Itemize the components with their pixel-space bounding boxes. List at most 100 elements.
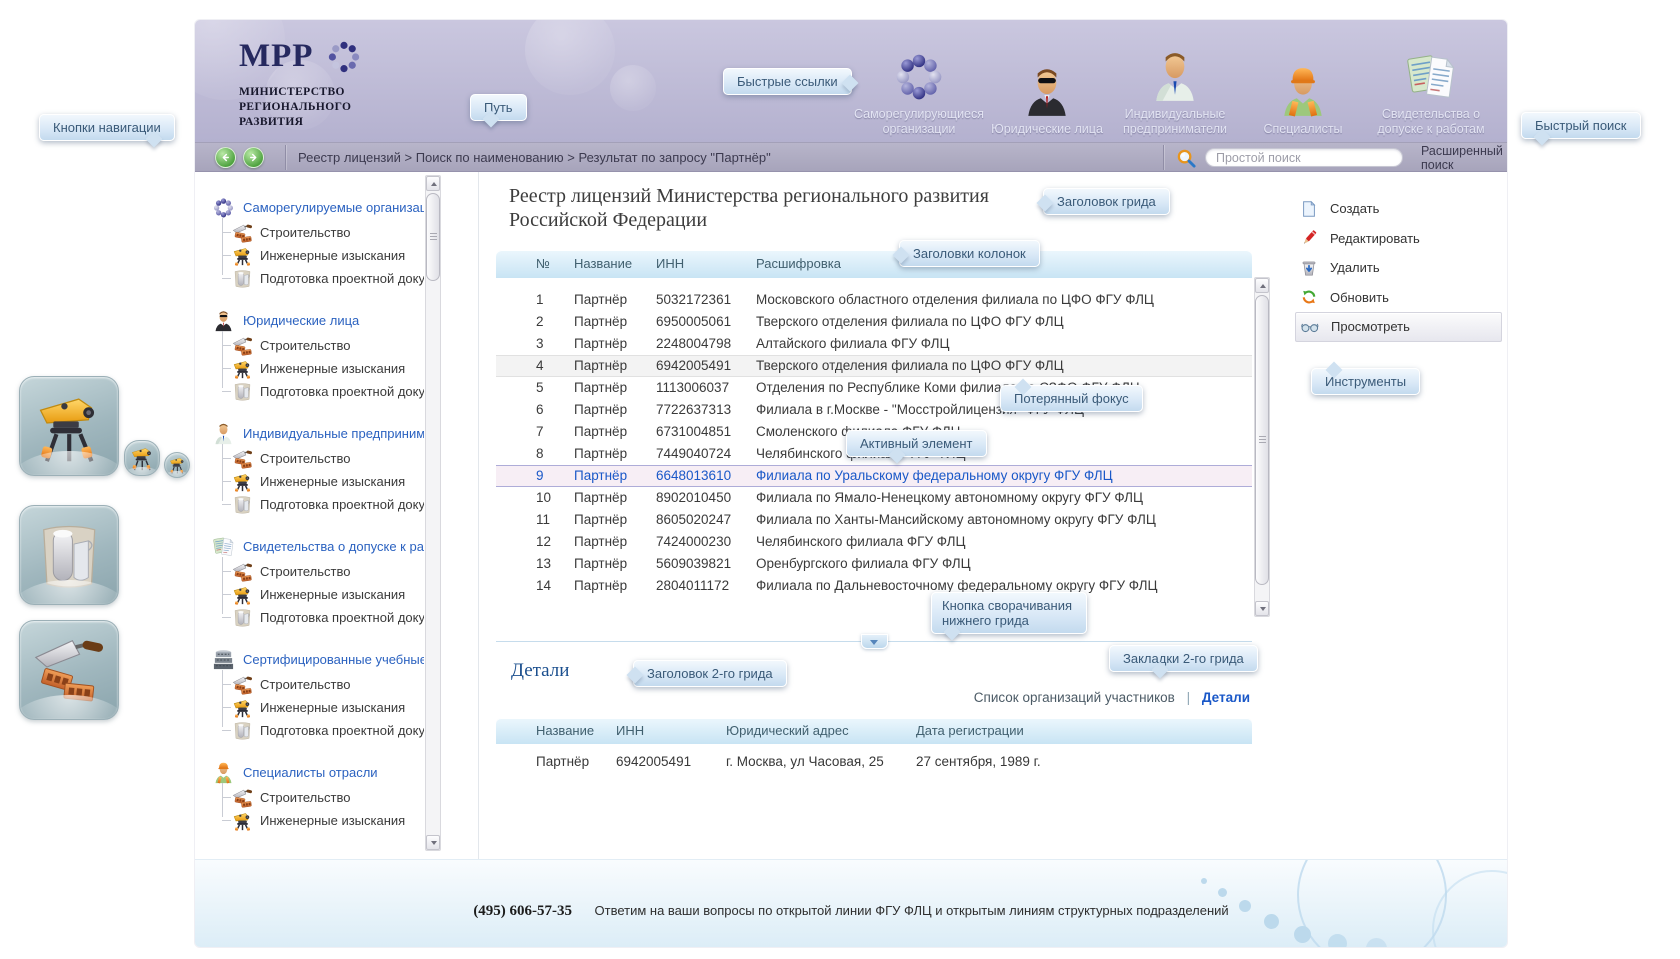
sidebar-group-label: Юридические лица (243, 313, 359, 328)
table-row[interactable]: 13 Партнёр 5609039821 Оренбургского фили… (496, 553, 1252, 575)
sidebar-group-header[interactable]: Свидетельства о допуске к работам (212, 533, 424, 560)
quick-link[interactable]: Индивидуальные предприниматели (1111, 36, 1239, 136)
grid-scrollbar[interactable] (1254, 277, 1270, 617)
sidebar-item[interactable]: Подготовка проектной документации (232, 267, 424, 290)
bricks-trowel-icon (232, 561, 253, 582)
sidebar-item[interactable]: Строительство (232, 334, 424, 357)
worker-icon (1276, 63, 1330, 119)
search-input[interactable] (1205, 148, 1403, 167)
table-row[interactable]: 9 Партнёр 6648013610 Филиала по Уральско… (496, 465, 1252, 487)
toolbar-item[interactable]: Обновить (1295, 283, 1502, 313)
cell-number: 6 (536, 399, 544, 421)
scrollbar-thumb[interactable] (426, 193, 440, 281)
sidebar-item[interactable]: Подготовка проектной документации (232, 493, 424, 516)
column-header[interactable]: Название (574, 250, 632, 278)
sidebar-item[interactable]: Инженерные изыскания (232, 470, 424, 493)
table-row[interactable]: 1 Партнёр 5032172361 Московского областн… (496, 289, 1252, 311)
quick-link[interactable]: Саморегулирующиеся организации (855, 36, 983, 136)
table-row[interactable]: 4 Партнёр 6942005491 Тверского отделения… (496, 355, 1252, 377)
sidebar-group-header[interactable]: Сертифицированные учебные центры (212, 646, 424, 673)
cell-description: Тверского отделения филиала по ЦФО ФГУ Ф… (756, 311, 1244, 333)
trowel-bricks-icon (31, 630, 107, 710)
cell-inn: 6731004851 (656, 421, 731, 443)
cell-address: г. Москва, ул Часовая, 25 (726, 750, 884, 774)
bricks-trowel-icon (232, 787, 253, 808)
annotation-path: Путь (470, 94, 527, 121)
column-header[interactable]: Название (536, 718, 594, 744)
sidebar-group-children: Строительство Инженерные изыскания (212, 221, 424, 290)
scrollbar-thumb[interactable] (1255, 295, 1269, 585)
table-row[interactable]: 12 Партнёр 7424000230 Челябинского филиа… (496, 531, 1252, 553)
sidebar-item[interactable]: Подготовка проектной документации (232, 719, 424, 742)
quick-link-label: Юридические лица (991, 122, 1103, 136)
tab-participants-list[interactable]: Список организаций участников (974, 690, 1175, 705)
sidebar-item[interactable]: Инженерные изыскания (232, 583, 424, 606)
decor-dot (1201, 878, 1207, 884)
sidebar-item[interactable]: Строительство (232, 673, 424, 696)
sidebar-group-header[interactable]: Индивидуальные предприниматели (212, 420, 424, 447)
toolbar-item-label: Удалить (1330, 260, 1380, 275)
column-header[interactable]: Расшифровка (756, 250, 841, 278)
sidebar-scrollbar[interactable] (425, 175, 441, 851)
sidebar-item[interactable]: Инженерные изыскания (232, 244, 424, 267)
decor-circle (610, 65, 656, 111)
scroll-up-button[interactable] (426, 176, 440, 191)
sidebar-item[interactable]: Инженерные изыскания (232, 357, 424, 380)
cell-inn: 7722637313 (656, 399, 731, 421)
theodolite-icon (232, 471, 253, 492)
toolbar-item[interactable]: Удалить (1295, 253, 1502, 283)
sidebar-group-header[interactable]: Специалисты отрасли (212, 759, 424, 786)
quick-link-label: Индивидуальные предприниматели (1111, 107, 1239, 136)
toolbar-item-label: Обновить (1330, 290, 1389, 305)
theodolite-tile (19, 376, 119, 476)
scroll-down-button[interactable] (426, 835, 440, 850)
worker-icon (212, 761, 235, 784)
grid-title: Реестр лицензий Министерства регионально… (509, 184, 1009, 232)
toolbar-item[interactable]: Редактировать (1295, 224, 1502, 254)
annotation-tools: Инструменты (1311, 368, 1420, 395)
details-row[interactable]: Партнёр 6942005491 г. Москва, ул Часовая… (496, 750, 1252, 774)
cell-description: Челябинского филиала ФГУ ФЛЦ (756, 531, 1244, 553)
sidebar-group-header[interactable]: Юридические лица (212, 307, 424, 334)
tab-separator: | (1187, 690, 1191, 705)
quick-link[interactable]: Свидетельства о допуске к работам (1367, 36, 1495, 136)
table-row[interactable]: 10 Партнёр 8902010450 Филиала по Ямало-Н… (496, 487, 1252, 509)
column-header[interactable]: ИНН (616, 718, 644, 744)
scroll-up-button[interactable] (1255, 278, 1269, 293)
scroll-down-button[interactable] (1255, 601, 1269, 616)
sidebar-item[interactable]: Строительство (232, 221, 424, 244)
sidebar-item[interactable]: Строительство (232, 560, 424, 583)
sidebar-group-header[interactable]: Саморегулируемые организации (212, 194, 424, 221)
column-header[interactable]: ИНН (656, 250, 684, 278)
sidebar-item[interactable]: Подготовка проектной документации (232, 606, 424, 629)
table-row[interactable]: 3 Партнёр 2248004798 Алтайского филиала … (496, 333, 1252, 355)
column-header[interactable]: Юридический адрес (726, 718, 849, 744)
cell-inn: 1113006037 (656, 377, 729, 399)
grid-column-headers: № Название ИНН Расшифровка (496, 250, 1252, 278)
forward-button[interactable] (243, 147, 264, 168)
tab-details[interactable]: Детали (1202, 690, 1250, 705)
table-row[interactable]: 14 Партнёр 2804011172 Филиала по Дальнев… (496, 575, 1252, 597)
sidebar-group-label: Специалисты отрасли (243, 765, 378, 780)
sidebar-item[interactable]: Инженерные изыскания (232, 696, 424, 719)
sidebar-item[interactable]: Строительство (232, 786, 424, 809)
collapse-bottom-grid-button[interactable] (861, 634, 888, 649)
toolbar-item[interactable]: Просмотреть (1295, 312, 1502, 342)
back-button[interactable] (215, 147, 236, 168)
sidebar-item[interactable]: Строительство (232, 447, 424, 470)
cell-inn: 6648013610 (656, 466, 731, 486)
column-header[interactable]: Дата регистрации (916, 718, 1024, 744)
quick-link[interactable]: Специалисты (1239, 36, 1367, 136)
table-row[interactable]: 11 Партнёр 8605020247 Филиала по Ханты-М… (496, 509, 1252, 531)
toolbar-item[interactable]: Создать (1295, 194, 1502, 224)
sidebar-item[interactable]: Инженерные изыскания (232, 809, 424, 832)
column-header[interactable]: № (536, 250, 550, 278)
sidebar-item[interactable]: Подготовка проектной документации (232, 380, 424, 403)
table-row[interactable]: 2 Партнёр 6950005061 Тверского отделения… (496, 311, 1252, 333)
theodolite-icon (31, 386, 107, 466)
decor-circle (525, 20, 615, 95)
quick-link[interactable]: Юридические лица (983, 36, 1111, 136)
advanced-search-link[interactable]: Расширенный поиск (1421, 145, 1507, 173)
breadcrumb[interactable]: Реестр лицензий > Поиск по наименованию … (298, 150, 771, 165)
cell-name: Партнёр (574, 421, 627, 443)
